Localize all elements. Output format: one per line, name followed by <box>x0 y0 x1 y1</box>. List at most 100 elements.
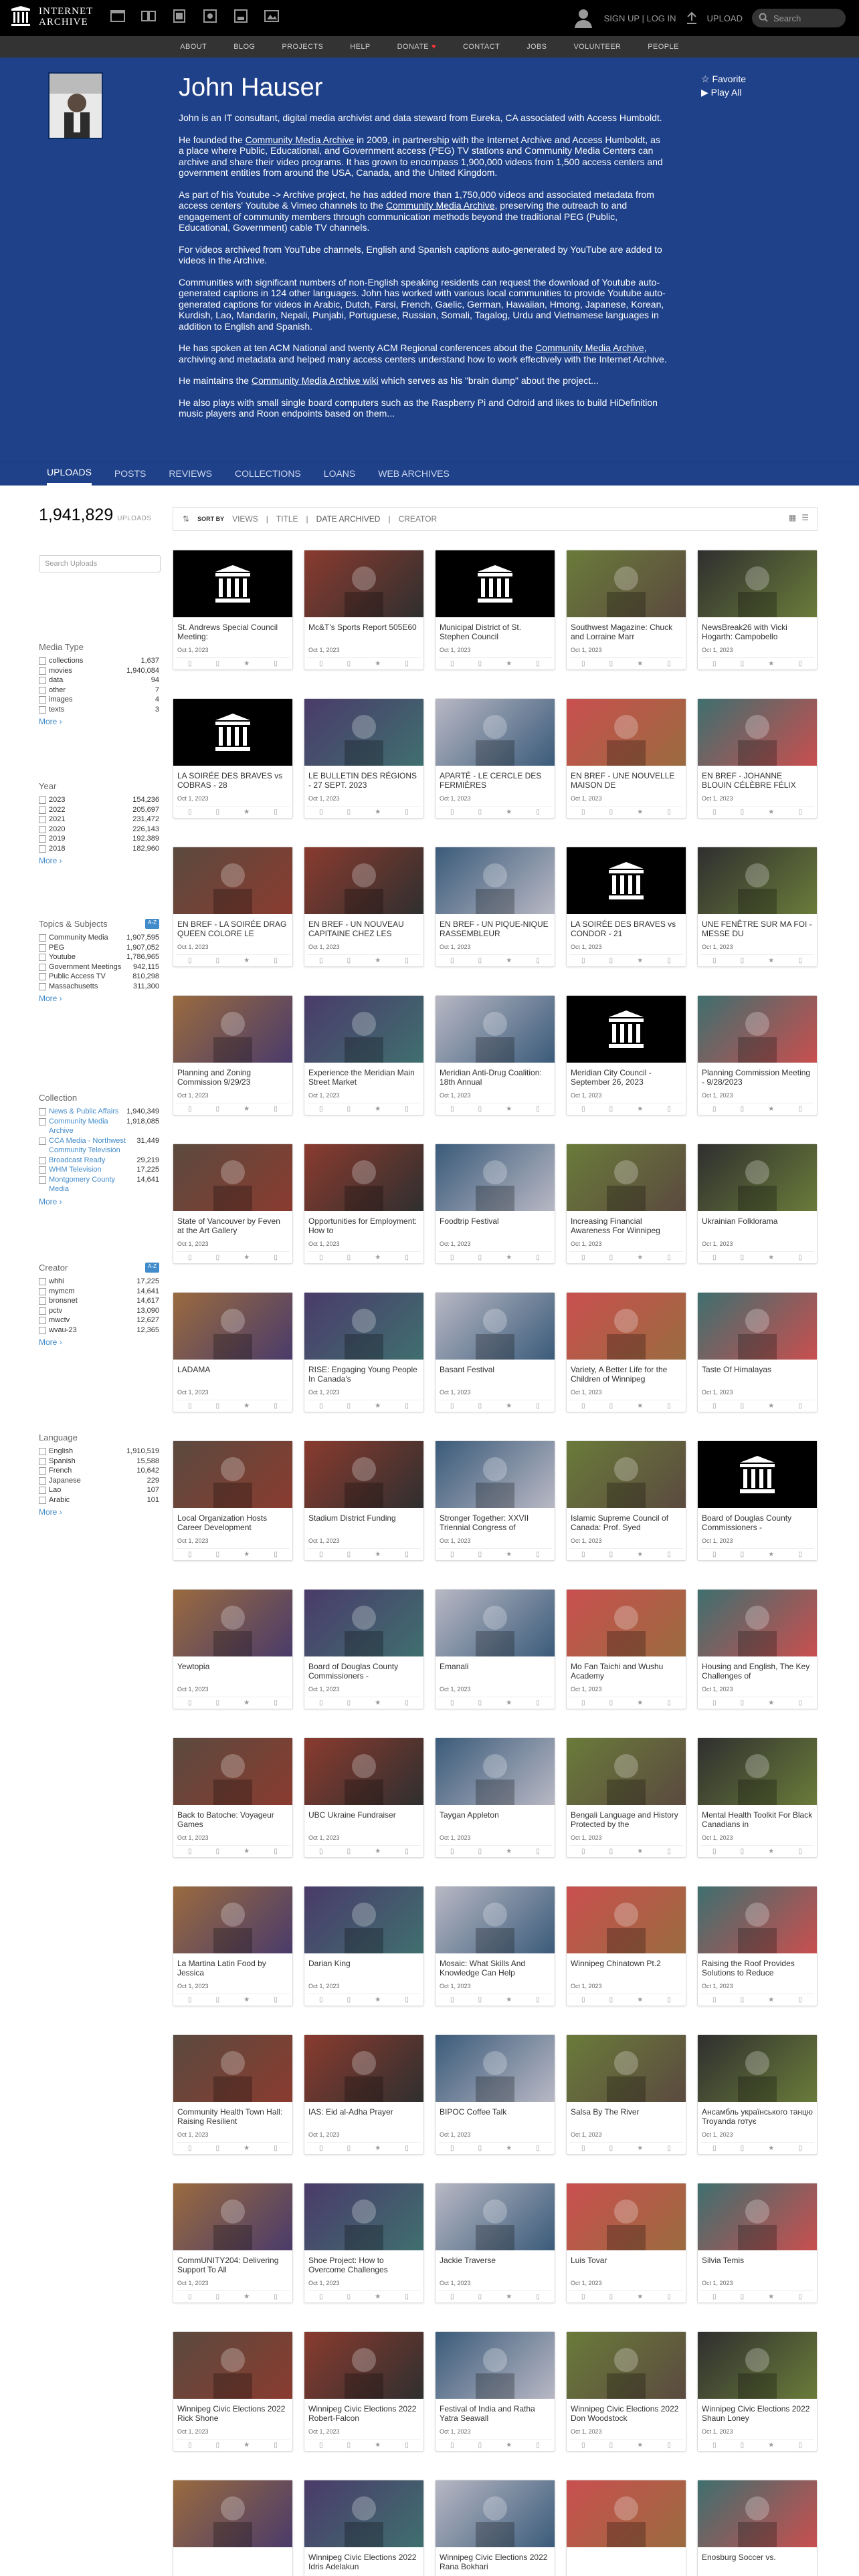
result-title[interactable]: Meridian Anti-Drug Coalition: 18th Annua… <box>436 1063 555 1092</box>
result-title[interactable]: Raising the Roof Provides Solutions to R… <box>698 1953 817 1983</box>
result-card[interactable]: Raising the Roof Provides Solutions to R… <box>697 1886 818 2006</box>
result-title[interactable]: Taygan Appleton <box>436 1805 555 1834</box>
result-title[interactable]: Darian King <box>304 1953 423 1983</box>
result-card[interactable]: Silvia Temis Oct 1, 2023 ▯ ▯ ★ ▯ <box>697 2183 818 2303</box>
sort-title[interactable]: TITLE <box>276 514 298 524</box>
result-thumbnail[interactable] <box>436 699 555 766</box>
images-icon[interactable] <box>264 8 280 24</box>
result-card[interactable]: Increasing Financial Awareness For Winni… <box>566 1144 686 1264</box>
facet-option[interactable]: Lao 107 <box>39 1485 159 1495</box>
uploads-search-input[interactable]: Search Uploads <box>39 555 161 572</box>
sort-date-archived[interactable]: DATE ARCHIVED <box>316 514 381 524</box>
result-title[interactable]: Jackie Traverse <box>436 2250 555 2280</box>
result-thumbnail[interactable] <box>698 847 817 914</box>
result-card[interactable]: CommUNITY204: Delivering Support To All O… <box>173 2183 293 2303</box>
result-card[interactable]: Meridian Anti-Drug Coalition: 18th Annua… <box>435 995 555 1115</box>
result-title[interactable]: Basant Festival <box>436 1360 555 1389</box>
result-thumbnail[interactable] <box>304 1738 423 1805</box>
nav-about[interactable]: ABOUT <box>180 43 207 51</box>
result-card[interactable]: BIPOC Coffee Talk Oct 1, 2023 ▯ ▯ ★ ▯ <box>435 2034 555 2155</box>
result-title[interactable]: EN BREF - LA SOIRÉE DRAG QUEEN COLORE LE <box>173 914 292 944</box>
tab-collections[interactable]: COLLECTIONS <box>235 461 301 486</box>
result-card[interactable]: RISE: Engaging Young People In Canada's O… <box>304 1292 424 1412</box>
result-title[interactable]: UNE FENÊTRE SUR MA FOI - MESSE DU <box>698 914 817 944</box>
nav-donate[interactable]: DONATE ♥ <box>397 43 436 51</box>
result-card[interactable]: La Martina Latin Food by Jessica Oct 1, 2… <box>173 1886 293 2006</box>
result-card[interactable]: Municipal District of St. Stephen Counci… <box>435 550 555 670</box>
result-thumbnail[interactable] <box>304 1293 423 1360</box>
result-title[interactable]: Opportunities for Employment: How to <box>304 1211 423 1241</box>
facet-option[interactable]: Broadcast Ready 29,219 <box>39 1156 159 1166</box>
result-card[interactable]: Taygan Appleton Oct 1, 2023 ▯ ▯ ★ ▯ <box>435 1737 555 1858</box>
result-title[interactable]: Experience the Meridian Main Street Mark… <box>304 1063 423 1092</box>
result-thumbnail[interactable] <box>436 1738 555 1805</box>
result-thumbnail[interactable] <box>304 2480 423 2547</box>
nav-blog[interactable]: BLOG <box>233 43 255 51</box>
nav-volunteer[interactable]: VOLUNTEER <box>573 43 621 51</box>
facet-option[interactable]: data 94 <box>39 675 159 685</box>
result-thumbnail[interactable] <box>304 1144 423 1211</box>
result-thumbnail[interactable] <box>698 1441 817 1508</box>
facet-more-link[interactable]: More › <box>39 1507 159 1517</box>
tab-web-archives[interactable]: WEB ARCHIVES <box>378 461 450 486</box>
result-thumbnail[interactable] <box>698 1738 817 1805</box>
result-thumbnail[interactable] <box>567 550 686 617</box>
result-card[interactable]: Stronger Together: XXVII Triennial Congr… <box>435 1440 555 1561</box>
facet-option[interactable]: 2021 231,472 <box>39 815 159 825</box>
result-thumbnail[interactable] <box>436 2480 555 2547</box>
facet-option[interactable]: English 1,910,519 <box>39 1446 159 1457</box>
result-title[interactable]: Increasing Financial Awareness For Winni… <box>567 1211 686 1241</box>
result-thumbnail[interactable] <box>698 1293 817 1360</box>
result-title[interactable]: Planning Commission Meeting - 9/28/2023 <box>698 1063 817 1092</box>
result-thumbnail[interactable] <box>698 2480 817 2547</box>
web-icon[interactable] <box>110 8 126 24</box>
result-thumbnail[interactable] <box>436 996 555 1063</box>
result-card[interactable]: Shoe Project: How to Overcome Challenges… <box>304 2183 424 2303</box>
result-title[interactable]: Winnipeg Civic Elections 2022 Robert-Fal… <box>304 2399 423 2428</box>
result-card[interactable]: Housing and English, The Key Challenges … <box>697 1589 818 1709</box>
result-card[interactable]: Winnipeg Civic Elections 2022 Shaun Lone… <box>697 2331 818 2452</box>
result-card[interactable]: Meridian City Council - September 26, 20… <box>566 995 686 1115</box>
facet-option[interactable]: 2019 192,389 <box>39 834 159 844</box>
result-title[interactable]: RISE: Engaging Young People In Canada's <box>304 1360 423 1389</box>
result-title[interactable]: Meridian City Council - September 26, 20… <box>567 1063 686 1092</box>
facet-option[interactable]: Massachusetts 311,300 <box>39 982 159 992</box>
result-thumbnail[interactable] <box>436 2332 555 2399</box>
facet-option[interactable]: Montgomery County Media 14,641 <box>39 1175 159 1194</box>
result-card[interactable]: Experience the Meridian Main Street Mark… <box>304 995 424 1115</box>
result-thumbnail[interactable] <box>698 1887 817 1953</box>
sort-az-toggle[interactable]: A-Z <box>145 919 159 929</box>
result-card[interactable]: Basant Festival Oct 1, 2023 ▯ ▯ ★ ▯ <box>435 1292 555 1412</box>
texts-icon[interactable] <box>140 8 157 24</box>
result-title[interactable]: Bengali Language and History Protected b… <box>567 1805 686 1834</box>
result-thumbnail[interactable] <box>436 1590 555 1656</box>
tab-posts[interactable]: POSTS <box>114 461 146 486</box>
result-card[interactable]: EN BREF - UN NOUVEAU CAPITAINE CHEZ LES O… <box>304 847 424 967</box>
result-thumbnail[interactable] <box>698 699 817 766</box>
result-title[interactable]: EN BREF - UNE NOUVELLE MAISON DE <box>567 766 686 795</box>
result-thumbnail[interactable] <box>173 2183 292 2250</box>
result-card[interactable]: Local Organization Hosts Career Developm… <box>173 1440 293 1561</box>
result-card[interactable]: Darian King Oct 1, 2023 ▯ ▯ ★ ▯ <box>304 1886 424 2006</box>
facet-option[interactable]: other 7 <box>39 685 159 695</box>
result-thumbnail[interactable] <box>567 2480 686 2547</box>
result-title[interactable]: Ансамбль українського танцю Troyanda гот… <box>698 2102 817 2131</box>
result-card[interactable]: Ансамбль українського танцю Troyanda гот… <box>697 2034 818 2155</box>
result-title[interactable]: LE BULLETIN DES RÉGIONS - 27 SEPT. 2023 <box>304 766 423 795</box>
result-title[interactable]: EN BREF - UN NOUVEAU CAPITAINE CHEZ LES <box>304 914 423 944</box>
result-card[interactable]: Community Health Town Hall: Raising Resi… <box>173 2034 293 2155</box>
result-thumbnail[interactable] <box>698 550 817 617</box>
result-card[interactable]: Opportunities for Employment: How to Oct … <box>304 1144 424 1264</box>
result-thumbnail[interactable] <box>304 2332 423 2399</box>
result-thumbnail[interactable] <box>304 2183 423 2250</box>
result-card[interactable]: UBC Ukraine Fundraiser Oct 1, 2023 ▯ ▯ ★ ▯ <box>304 1737 424 1858</box>
tile-view-icon[interactable]: ▦ <box>789 513 796 522</box>
facet-option[interactable]: Arabic 101 <box>39 1495 159 1505</box>
nav-projects[interactable]: PROJECTS <box>282 43 323 51</box>
facet-option[interactable]: mwctv 12,627 <box>39 1315 159 1325</box>
facet-option[interactable]: collections 1,637 <box>39 656 159 666</box>
result-title[interactable]: Ukrainian Folklorama <box>698 1211 817 1241</box>
result-title[interactable]: LA SOIRÉE DES BRAVES vs COBRAS - 28 <box>173 766 292 795</box>
result-card[interactable]: Foodtrip Festival Oct 1, 2023 ▯ ▯ ★ ▯ <box>435 1144 555 1264</box>
result-title[interactable]: APARTÉ - LE CERCLE DES FERMIÈRES <box>436 766 555 795</box>
